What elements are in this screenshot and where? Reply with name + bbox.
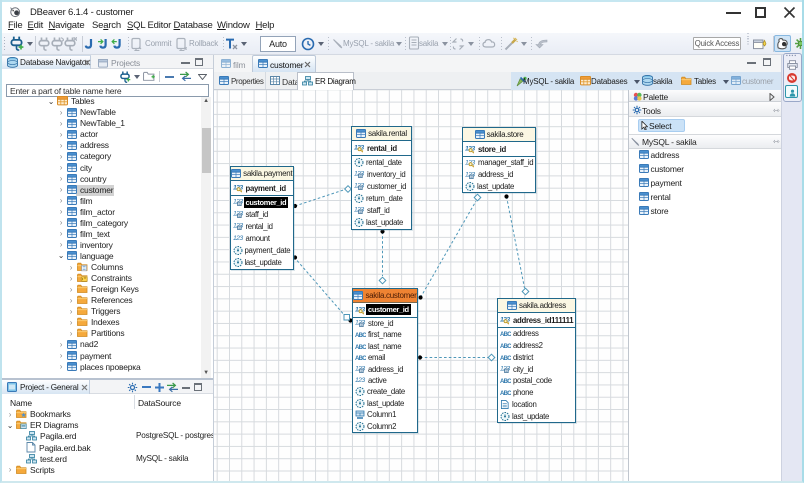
svg-text:ABC: ABC	[500, 391, 511, 397]
svg-text:123: 123	[355, 377, 365, 384]
svg-text:123: 123	[233, 235, 243, 242]
svg-text:ABC: ABC	[500, 332, 511, 338]
svg-text:ABC: ABC	[500, 379, 511, 385]
svg-text:ABC: ABC	[500, 356, 511, 362]
svg-text:ABC: ABC	[355, 344, 366, 350]
svg-text:ABC: ABC	[355, 356, 366, 362]
svg-text:ABC: ABC	[355, 333, 366, 339]
svg-text:ABC: ABC	[500, 344, 511, 350]
